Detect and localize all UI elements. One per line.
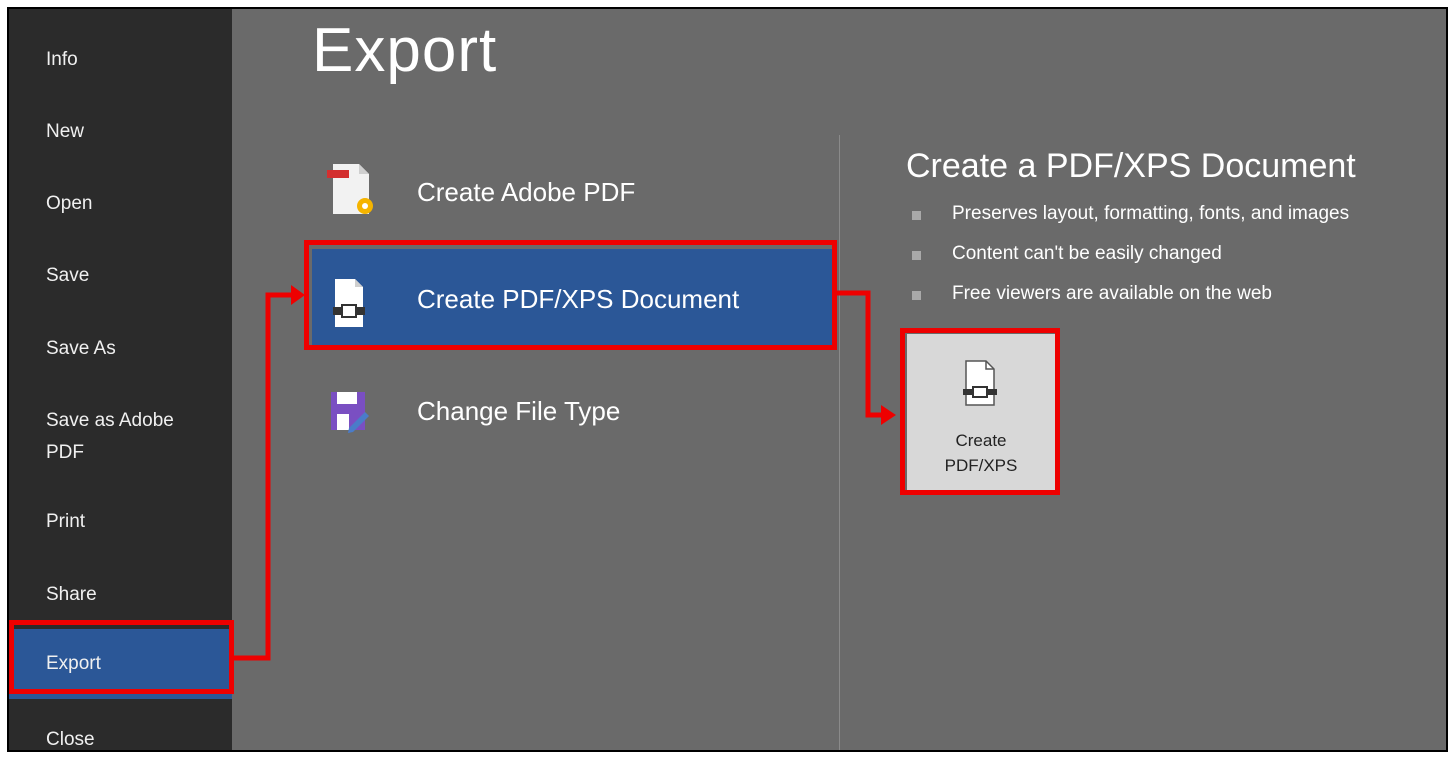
export-pane: Export Create Adobe PDF Create PDF/XPS D… <box>232 9 1446 750</box>
change-file-type-icon <box>327 388 371 445</box>
sidebar-item-export[interactable]: Export <box>9 629 232 699</box>
bullet-icon <box>912 251 921 260</box>
option-create-adobe-pdf[interactable]: Create Adobe PDF <box>312 142 837 242</box>
option-create-pdf-xps-document[interactable]: Create PDF/XPS Document <box>312 249 837 349</box>
backstage-sidebar: Info New Open Save Save As Save as Adobe… <box>9 9 232 750</box>
sidebar-item-close[interactable]: Close <box>9 725 232 750</box>
pane-divider <box>839 135 840 750</box>
pdf-xps-document-icon <box>327 277 371 334</box>
sidebar-item-print[interactable]: Print <box>9 507 232 537</box>
option-change-file-type[interactable]: Change File Type <box>312 366 837 466</box>
sidebar-item-new[interactable]: New <box>9 117 232 147</box>
sidebar-item-save[interactable]: Save <box>9 261 232 291</box>
page-title: Export <box>312 16 498 85</box>
create-pdf-xps-button[interactable]: Create PDF/XPS <box>907 334 1055 490</box>
sidebar-item-share[interactable]: Share <box>9 580 232 610</box>
detail-title: Create a PDF/XPS Document <box>906 147 1356 185</box>
option-label: Change File Type <box>417 396 621 426</box>
bullet-icon <box>912 291 921 300</box>
adobe-pdf-icon <box>327 160 375 223</box>
pdf-xps-document-icon <box>960 360 1000 411</box>
backstage-window: Info New Open Save Save As Save as Adobe… <box>7 7 1448 752</box>
sidebar-item-save-as-adobe-pdf[interactable]: Save as Adobe PDF <box>9 405 232 469</box>
sidebar-item-open[interactable]: Open <box>9 189 232 219</box>
button-label: Create PDF/XPS <box>944 431 1018 475</box>
sidebar-item-save-as[interactable]: Save As <box>9 334 232 364</box>
option-label: Create PDF/XPS Document <box>417 284 740 314</box>
option-label: Create Adobe PDF <box>417 177 636 207</box>
bullet-icon <box>912 211 921 220</box>
sidebar-item-info[interactable]: Info <box>9 45 232 75</box>
